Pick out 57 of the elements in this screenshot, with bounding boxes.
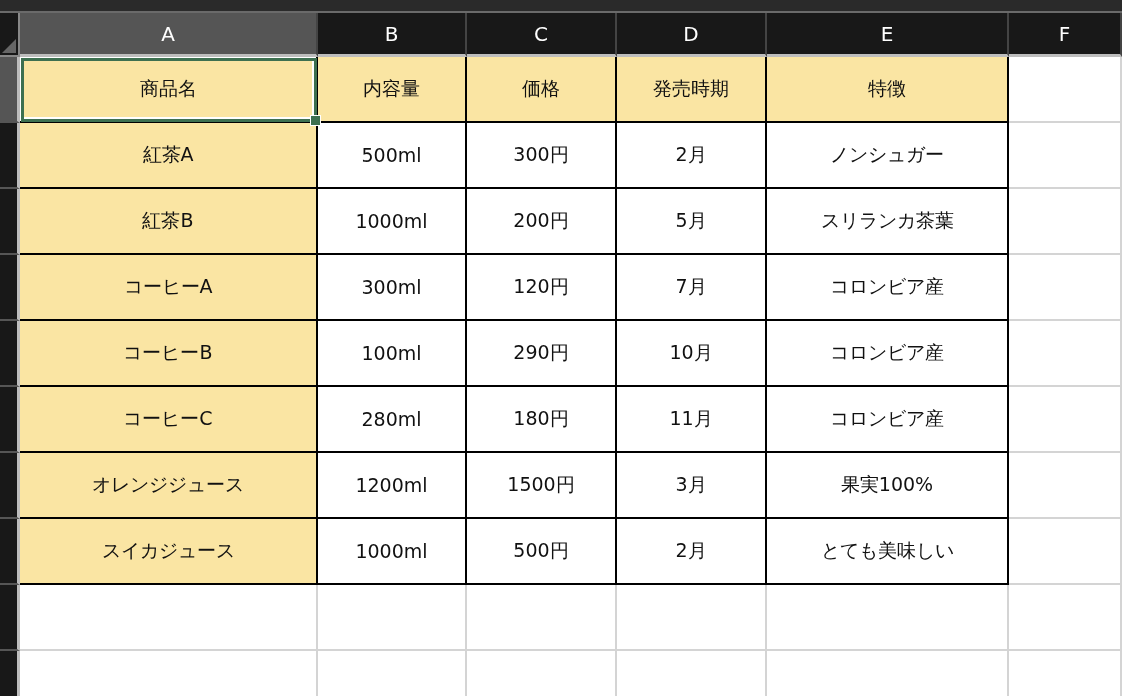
- table-cell: ノンシュガー: [767, 123, 1009, 189]
- table-cell: コーヒーC: [20, 387, 318, 453]
- row-header[interactable]: [0, 255, 20, 321]
- table-cell: 180円: [467, 387, 617, 453]
- row-header[interactable]: [0, 387, 20, 453]
- header-cell: 商品名: [20, 57, 318, 123]
- table-cell: 300円: [467, 123, 617, 189]
- row-header[interactable]: [0, 321, 20, 387]
- table-cell: 1000ml: [318, 189, 467, 255]
- table-cell: とても美味しい: [767, 519, 1009, 585]
- header-cell: 内容量: [318, 57, 467, 123]
- table-cell: 1000ml: [318, 519, 467, 585]
- column-header[interactable]: C: [467, 13, 617, 57]
- row-header[interactable]: [0, 519, 20, 585]
- row-header[interactable]: [0, 585, 20, 651]
- table-cell: スリランカ茶葉: [767, 189, 1009, 255]
- column-header[interactable]: D: [617, 13, 767, 57]
- triangle-icon: [2, 39, 16, 53]
- table-cell: コロンビア産: [767, 321, 1009, 387]
- column-header[interactable]: A: [20, 13, 318, 57]
- column-header[interactable]: E: [767, 13, 1009, 57]
- row-header[interactable]: [0, 189, 20, 255]
- table-cell: 500ml: [318, 123, 467, 189]
- table-cell: 11月: [617, 387, 767, 453]
- row-header[interactable]: [0, 123, 20, 189]
- table-cell: 果実100%: [767, 453, 1009, 519]
- table-cell: オレンジジュース: [20, 453, 318, 519]
- select-all-button[interactable]: [0, 13, 20, 57]
- column-header[interactable]: F: [1009, 13, 1122, 57]
- column-header[interactable]: B: [318, 13, 467, 57]
- table-cell: コーヒーB: [20, 321, 318, 387]
- header-cell: 発売時期: [617, 57, 767, 123]
- table-cell: 3月: [617, 453, 767, 519]
- table-cell: 100ml: [318, 321, 467, 387]
- table-cell: 7月: [617, 255, 767, 321]
- table-cell: 290円: [467, 321, 617, 387]
- table-cell: 2月: [617, 123, 767, 189]
- table-cell: 500円: [467, 519, 617, 585]
- table-cell: 1500円: [467, 453, 617, 519]
- header-cell: 価格: [467, 57, 617, 123]
- table-cell: スイカジュース: [20, 519, 318, 585]
- table-cell: コロンビア産: [767, 387, 1009, 453]
- table-cell: 2月: [617, 519, 767, 585]
- table-cell: 1200ml: [318, 453, 467, 519]
- fill-handle[interactable]: [310, 115, 321, 126]
- table-cell: 120円: [467, 255, 617, 321]
- table-cell: 10月: [617, 321, 767, 387]
- row-header[interactable]: [0, 453, 20, 519]
- table-cell: 280ml: [318, 387, 467, 453]
- table-cell: 紅茶A: [20, 123, 318, 189]
- table-cell: 300ml: [318, 255, 467, 321]
- header-cell: 特徴: [767, 57, 1009, 123]
- table-cell: 200円: [467, 189, 617, 255]
- table-cell: コロンビア産: [767, 255, 1009, 321]
- table-cell: 紅茶B: [20, 189, 318, 255]
- table-cell: 5月: [617, 189, 767, 255]
- table-cell: コーヒーA: [20, 255, 318, 321]
